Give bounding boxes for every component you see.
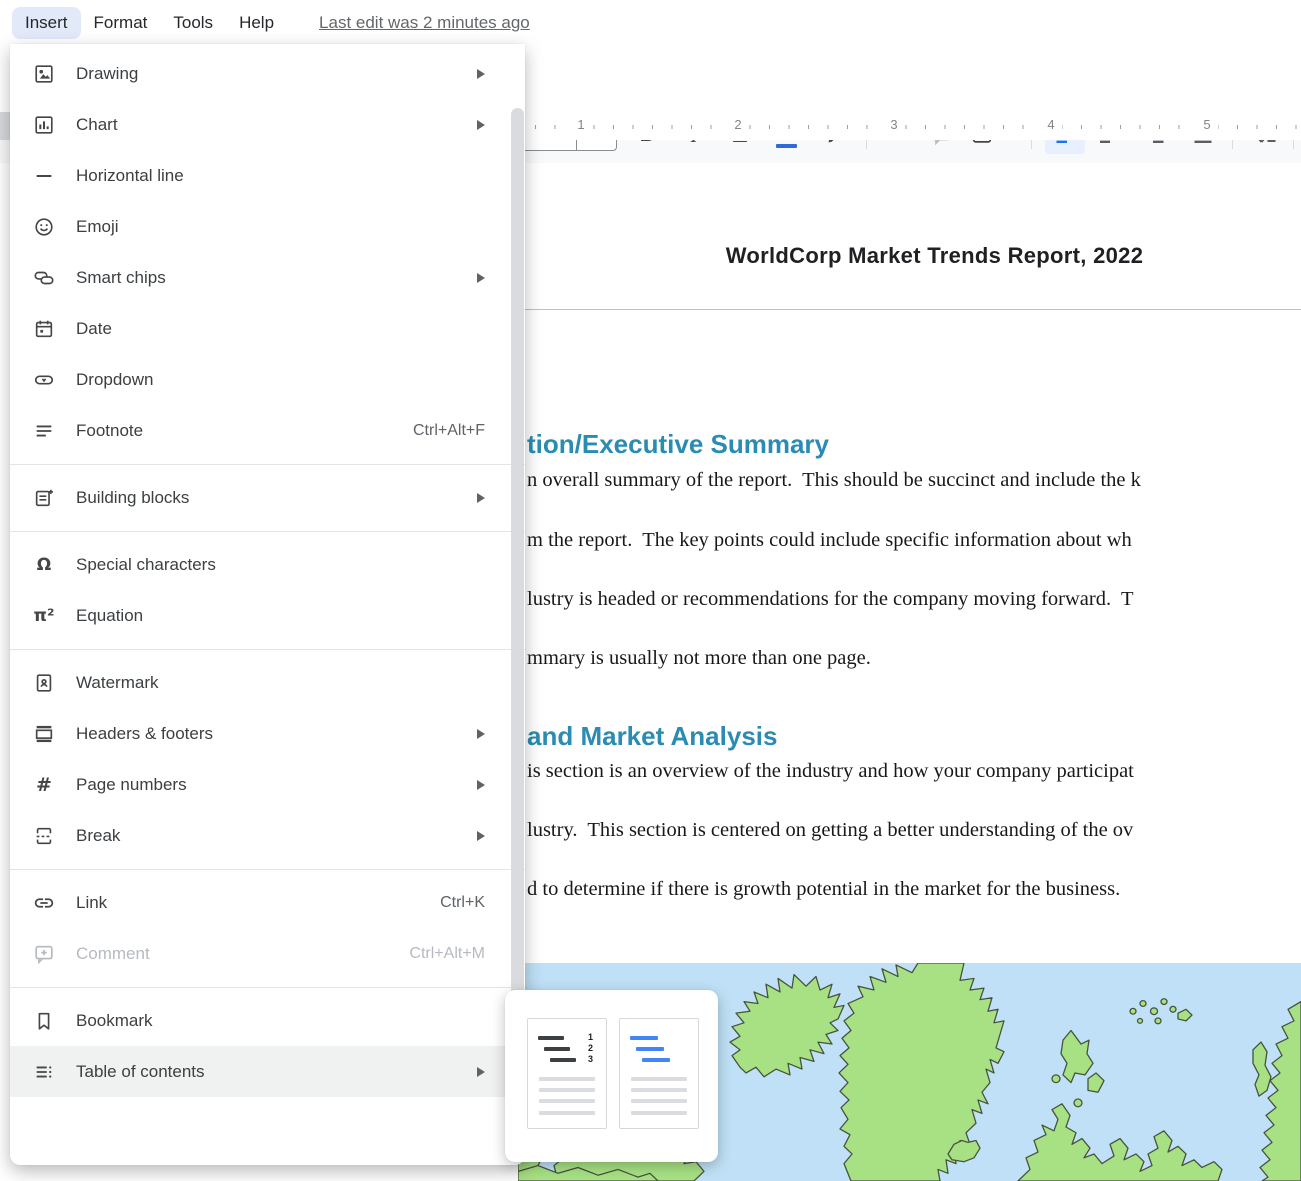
menu-item-emoji[interactable]: Emoji [10, 201, 525, 252]
last-edit-link[interactable]: Last edit was 2 minutes ago [319, 13, 530, 33]
menu-item-table-of-contents[interactable]: Table of contents [10, 1046, 525, 1097]
body-line: lustry is headed or recommendations for … [527, 588, 1134, 611]
toc-number: 3 [588, 1054, 593, 1064]
body-line: is section is an overview of the industr… [527, 760, 1134, 783]
menu-item-chart[interactable]: Chart [10, 99, 525, 150]
menu-item-watermark[interactable]: Watermark [10, 657, 525, 708]
chart-icon [32, 113, 56, 137]
menu-item-comment: Comment Ctrl+Alt+M [10, 928, 525, 979]
ruler-margin-block [0, 112, 10, 140]
page-numbers-icon: # [32, 773, 56, 797]
insert-menu: Drawing Chart Horizontal line Emoji Smar… [10, 44, 525, 1165]
section-heading-market-analysis: and Market Analysis [527, 721, 777, 752]
menu-item-smart-chips[interactable]: Smart chips [10, 252, 525, 303]
ruler-number: 4 [1040, 117, 1062, 132]
comment-icon [32, 942, 56, 966]
submenu-arrow-icon [477, 69, 485, 79]
toc-number: 2 [588, 1043, 593, 1053]
body-line: mmary is usually not more than one page. [527, 647, 871, 670]
menubar-help[interactable]: Help [226, 7, 287, 39]
menu-item-equation[interactable]: π² Equation [10, 590, 525, 641]
menubar: Insert Format Tools Help Last edit was 2… [0, 0, 1301, 46]
body-line: d to determine if there is growth potent… [527, 878, 1120, 901]
toc-option-with-page-numbers[interactable]: 1 2 3 [527, 1018, 607, 1129]
equation-icon: π² [32, 604, 56, 628]
submenu-arrow-icon [477, 1067, 485, 1077]
body-line: m the report. The key points could inclu… [527, 529, 1132, 552]
ruler-number: 5 [1196, 117, 1218, 132]
shortcut-label: Ctrl+K [440, 894, 485, 912]
menubar-format[interactable]: Format [81, 7, 161, 39]
menubar-insert[interactable]: Insert [12, 7, 81, 39]
link-icon [32, 891, 56, 915]
break-icon [32, 824, 56, 848]
menu-item-drawing[interactable]: Drawing [10, 48, 525, 99]
special-characters-icon: Ω [32, 553, 56, 577]
ruler-number: 1 [570, 117, 592, 132]
submenu-arrow-icon [477, 729, 485, 739]
menu-item-break[interactable]: Break [10, 810, 525, 861]
date-icon [32, 317, 56, 341]
section-heading-executive-summary: tion/Executive Summary [527, 429, 829, 460]
submenu-arrow-icon [477, 273, 485, 283]
shortcut-label: Ctrl+Alt+M [409, 945, 485, 963]
menu-item-building-blocks[interactable]: Building blocks [10, 472, 525, 523]
table-of-contents-submenu: 1 2 3 [505, 990, 718, 1162]
menu-separator [10, 869, 525, 870]
horizontal-line-icon [32, 164, 56, 188]
toc-number: 1 [588, 1032, 593, 1042]
menu-item-page-numbers[interactable]: # Page numbers [10, 759, 525, 810]
bookmark-icon [32, 1009, 56, 1033]
menu-separator [10, 531, 525, 532]
table-of-contents-icon [32, 1060, 56, 1084]
dropdown-icon [32, 368, 56, 392]
shortcut-label: Ctrl+Alt+F [413, 422, 485, 440]
ruler-number: 2 [727, 117, 749, 132]
headers-footers-icon [32, 722, 56, 746]
submenu-arrow-icon [477, 120, 485, 130]
menu-item-link[interactable]: Link Ctrl+K [10, 877, 525, 928]
smart-chips-icon [32, 266, 56, 290]
body-line: n overall summary of the report. This sh… [527, 469, 1141, 492]
menu-item-dropdown[interactable]: Dropdown [10, 354, 525, 405]
ruler-ticks [535, 125, 1301, 129]
emoji-icon [32, 215, 56, 239]
document-title: WorldCorp Market Trends Report, 2022 [518, 243, 1301, 269]
menu-item-horizontal-line[interactable]: Horizontal line [10, 150, 525, 201]
submenu-arrow-icon [477, 493, 485, 503]
submenu-arrow-icon [477, 831, 485, 841]
watermark-icon [32, 671, 56, 695]
body-line: lustry. This section is centered on gett… [527, 819, 1133, 842]
menu-item-special-characters[interactable]: Ω Special characters [10, 539, 525, 590]
submenu-arrow-icon [477, 780, 485, 790]
drawing-icon [32, 62, 56, 86]
header-divider [505, 309, 1301, 310]
building-blocks-icon [32, 486, 56, 510]
ruler-number: 3 [883, 117, 905, 132]
menu-separator [10, 987, 525, 988]
menubar-tools[interactable]: Tools [160, 7, 226, 39]
menu-item-bookmark[interactable]: Bookmark [10, 995, 525, 1046]
menu-item-date[interactable]: Date [10, 303, 525, 354]
menu-separator [10, 649, 525, 650]
footnote-icon [32, 419, 56, 443]
menu-separator [10, 464, 525, 465]
menu-item-headers-footers[interactable]: Headers & footers [10, 708, 525, 759]
menu-item-footnote[interactable]: Footnote Ctrl+Alt+F [10, 405, 525, 456]
toc-option-with-blue-links[interactable] [619, 1018, 699, 1129]
